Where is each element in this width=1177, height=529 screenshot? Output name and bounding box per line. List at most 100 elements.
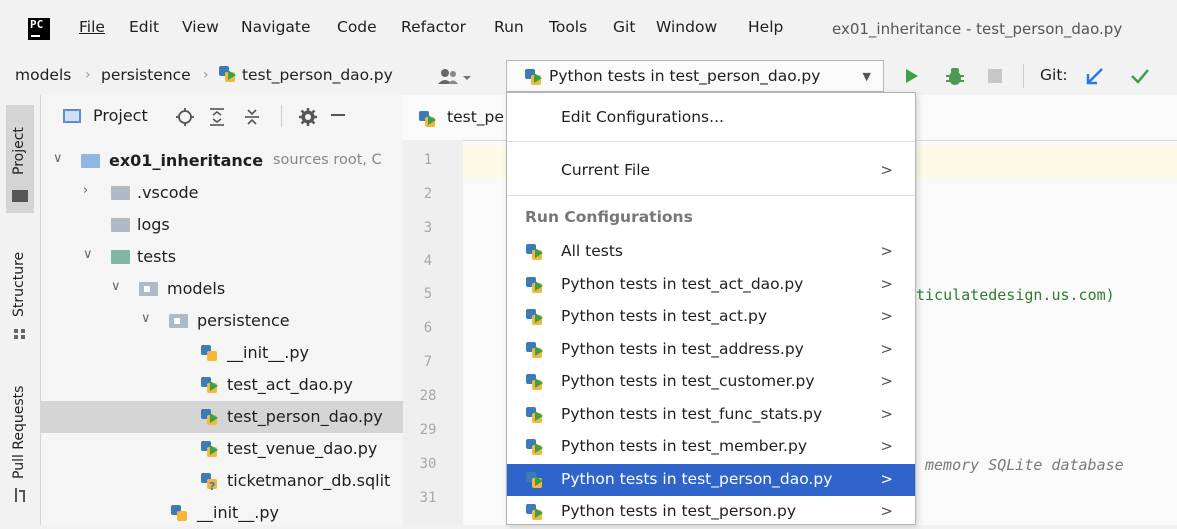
structure-icon <box>14 325 26 339</box>
run-config-all-tests[interactable]: All tests > <box>507 236 915 268</box>
menu-file[interactable]: File <box>79 18 105 36</box>
menu-run[interactable]: Run <box>494 18 524 36</box>
run-configurations-popup: Edit Configurations... Current File > Ru… <box>506 92 916 525</box>
line-number: 6 <box>423 320 433 336</box>
git-update-icon[interactable] <box>1086 67 1104 89</box>
run-config-item[interactable]: Python tests in test_person.py > <box>507 496 915 528</box>
tree-item-label: persistence <box>197 311 290 330</box>
menu-navigate[interactable]: Navigate <box>241 18 311 36</box>
code-text: ticulatedesign.us.com) <box>916 286 1115 304</box>
tree-item-ticketmanor-db[interactable]: ? ticketmanor_db.sqlit <box>41 465 403 497</box>
project-tool-window: Project ∨ ex01_inheritance sources root,… <box>41 95 403 525</box>
breadcrumb-file[interactable]: test_person_dao.py <box>219 66 393 84</box>
editor-tab[interactable]: test_pe <box>403 95 504 139</box>
structure-tool-tab[interactable]: Structure <box>6 235 34 345</box>
line-number: 30 <box>419 456 437 472</box>
run-config-item[interactable]: Python tests in test_act_dao.py > <box>507 269 915 301</box>
menu-item-label: Python tests in test_person.py <box>561 502 797 520</box>
breadcrumb-persistence[interactable]: persistence <box>101 66 191 84</box>
run-config-item[interactable]: Python tests in test_func_stats.py > <box>507 399 915 431</box>
line-number: 29 <box>419 422 437 438</box>
chevron-down-icon: ∨ <box>111 279 121 294</box>
run-icon[interactable] <box>905 68 919 88</box>
git-commit-icon[interactable] <box>1130 67 1150 89</box>
python-test-file-icon <box>201 409 219 425</box>
run-config-item[interactable]: Python tests in test_act.py > <box>507 301 915 333</box>
run-config-item[interactable]: Python tests in test_member.py > <box>507 431 915 463</box>
line-number: 31 <box>419 490 437 506</box>
pull-requests-tool-tab[interactable]: Pull Requests <box>6 367 34 517</box>
project-tool-tab[interactable]: Project <box>6 105 34 213</box>
tree-item-test-act-dao[interactable]: test_act_dao.py <box>41 369 403 401</box>
menu-view[interactable]: View <box>182 18 219 36</box>
editor-gutter: 1 2 3 4 5 6 7 28 29 30 31 <box>403 140 463 525</box>
tree-item-label: models <box>167 279 226 298</box>
menu-refactor[interactable]: Refactor <box>401 18 466 36</box>
menu-item-label: Current File <box>561 161 651 179</box>
collapse-all-icon[interactable] <box>243 107 261 131</box>
line-number: 4 <box>423 253 433 269</box>
window-title: ex01_inheritance - test_person_dao.py <box>832 20 1123 38</box>
tree-item-persistence[interactable]: ∨ persistence <box>41 305 403 337</box>
user-icon[interactable] <box>438 68 472 90</box>
tree-item-label: tests <box>137 247 177 266</box>
tree-item-models[interactable]: ∨ models <box>41 273 403 305</box>
line-number: 7 <box>423 354 433 370</box>
chevron-right-icon: > <box>880 502 893 520</box>
project-panel-title[interactable]: Project <box>93 106 148 125</box>
menu-item-label: Python tests in test_func_stats.py <box>561 404 823 423</box>
folder-icon <box>111 186 130 200</box>
locate-file-icon[interactable] <box>173 107 195 131</box>
python-test-file-icon <box>219 66 237 82</box>
edit-configurations-item[interactable]: Edit Configurations... <box>507 102 915 134</box>
python-test-run-icon <box>526 406 544 423</box>
tree-item-init[interactable]: __init__.py <box>41 337 403 369</box>
breadcrumb-separator: › <box>203 67 209 83</box>
tree-item-ex01-inheritance[interactable]: ∨ ex01_inheritance sources root, C <box>41 145 403 177</box>
pull-request-icon <box>13 487 27 507</box>
menu-code[interactable]: Code <box>337 18 377 36</box>
chevron-right-icon: > <box>880 372 893 390</box>
chevron-right-icon: > <box>880 274 893 293</box>
tree-item-init-root[interactable]: __init__.py <box>41 497 403 529</box>
run-config-item[interactable]: Python tests in test_person_dao.py > <box>507 463 915 496</box>
gear-icon[interactable] <box>298 107 318 131</box>
menu-edit[interactable]: Edit <box>129 18 159 36</box>
folder-icon <box>12 190 28 202</box>
tree-item-suffix: sources root, C <box>273 152 382 168</box>
svg-text:?: ? <box>209 480 215 491</box>
current-file-item[interactable]: Current File > <box>507 155 915 187</box>
breadcrumb-models[interactable]: models <box>15 66 71 84</box>
menu-item-label: Python tests in test_act.py <box>561 307 768 325</box>
tree-item-test-venue-dao[interactable]: test_venue_dao.py <box>41 433 403 465</box>
menu-item-label: Edit Configurations... <box>561 108 724 126</box>
tree-item-tests[interactable]: ∨ tests <box>41 241 403 273</box>
run-configuration-selector[interactable]: Python tests in test_person_dao.py ▼ <box>506 60 884 92</box>
tree-item-vscode[interactable]: › .vscode <box>41 177 403 209</box>
python-file-icon <box>201 345 219 361</box>
debug-icon[interactable] <box>945 66 965 90</box>
left-tool-stripe: Project Structure Pull Requests <box>0 95 41 525</box>
test-folder-icon <box>111 250 130 264</box>
run-config-item[interactable]: Python tests in test_address.py > <box>507 334 915 366</box>
line-number: 2 <box>423 186 433 202</box>
tree-item-label: test_act_dao.py <box>227 375 353 394</box>
tree-item-logs[interactable]: logs <box>41 209 403 241</box>
menu-window[interactable]: Window <box>656 18 717 36</box>
menu-separator <box>507 141 915 142</box>
menu-item-label: Python tests in test_customer.py <box>561 372 815 390</box>
menu-tools[interactable]: Tools <box>549 18 587 36</box>
run-configurations-header: Run Configurations <box>525 208 693 226</box>
chevron-down-icon: ∨ <box>83 247 93 262</box>
expand-all-icon[interactable] <box>208 107 226 131</box>
python-test-file-icon <box>419 111 437 127</box>
run-config-item[interactable]: Python tests in test_customer.py > <box>507 366 915 398</box>
stop-icon[interactable] <box>988 69 1002 87</box>
menu-item-label: Python tests in test_address.py <box>561 339 804 358</box>
tree-item-label: __init__.py <box>197 503 280 522</box>
tree-item-label: logs <box>137 215 170 234</box>
tree-item-test-person-dao[interactable]: test_person_dao.py <box>41 401 403 433</box>
menu-help[interactable]: Help <box>748 18 783 36</box>
menu-git[interactable]: Git <box>613 18 635 36</box>
hide-panel-icon[interactable] <box>331 114 345 116</box>
